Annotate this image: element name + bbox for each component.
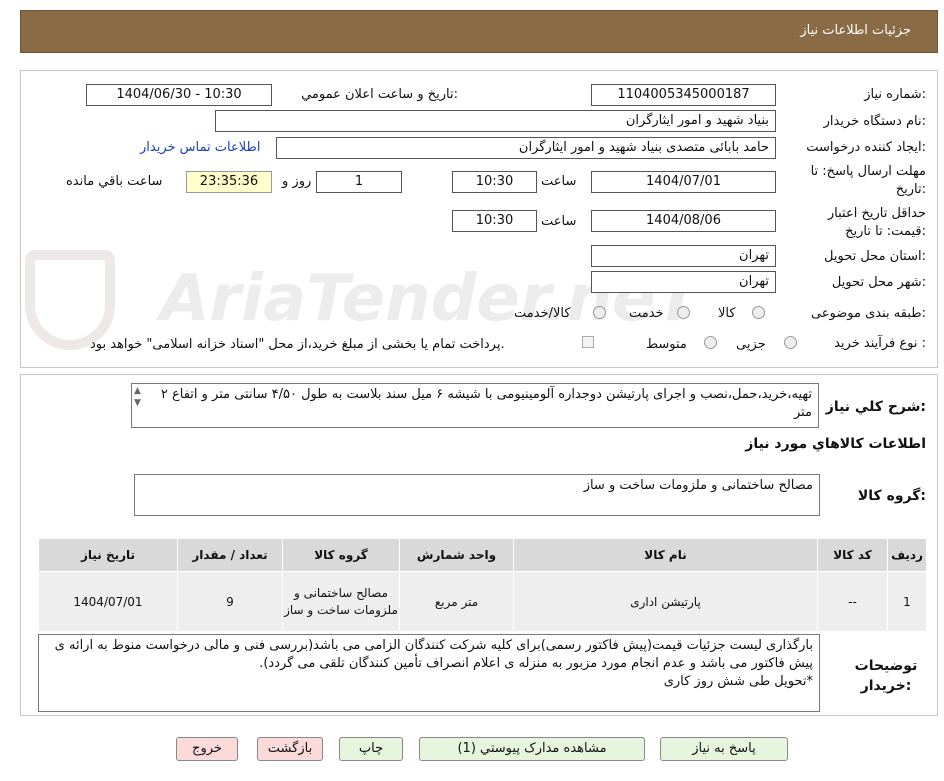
col-header-goods-group: گروه کالا <box>282 538 400 572</box>
category-radio-service[interactable] <box>677 306 690 319</box>
remaining-label: ساعت باقي مانده <box>66 174 163 189</box>
deadline-time-label: ساعت <box>541 174 577 189</box>
cell-goods-group: مصالح ساختمانی و ملزومات ساخت و ساز <box>282 571 400 632</box>
buyer-notes-label: توضیحات خریدار: <box>854 658 918 694</box>
announce-field: 1404/06/30 - 10:30 <box>86 84 272 106</box>
deadline-time-field: 10:30 <box>452 171 537 193</box>
scroll-down-icon[interactable]: ▼ <box>134 398 141 408</box>
process-radio-medium[interactable] <box>704 336 717 349</box>
table-header-row: ردیف کد کالا نام کالا واحد شمارش گروه کا… <box>38 538 927 572</box>
validity-date-field: 1404/08/06 <box>591 210 776 232</box>
validity-time-label: ساعت <box>541 214 577 229</box>
treasury-payment-note: پرداخت تمام یا بخشی از مبلغ خرید،از محل … <box>90 337 505 352</box>
days-field: 1 <box>316 171 402 193</box>
process-option-medium: متوسط <box>646 337 687 352</box>
validity-label: حداقل تاریخ اعتبار قیمت: تا تاریخ: <box>827 206 926 239</box>
category-radio-goods[interactable] <box>752 306 765 319</box>
category-radio-goods-service[interactable] <box>593 306 606 319</box>
scroll-up-icon[interactable]: ▲ <box>134 386 141 396</box>
need-number-field: 1104005345000187 <box>591 84 776 106</box>
cell-row-number: 1 <box>887 571 927 632</box>
creator-field: حامد بابائی متصدی بنیاد شهید و امور ایثا… <box>276 137 776 159</box>
page-header: جزئیات اطلاعات نیاز <box>20 10 938 53</box>
category-option-goods: کالا <box>718 306 736 321</box>
cell-goods-name: پارتیشن اداری <box>513 571 818 632</box>
col-header-goods-code: کد کالا <box>817 538 888 572</box>
process-label: نوع فرآیند خرید : <box>834 336 926 351</box>
description-label: شرح کلي نياز: <box>825 399 926 415</box>
cell-unit: متر مربع <box>399 571 514 632</box>
process-option-minor: جزیی <box>736 337 766 352</box>
days-and-label: روز و <box>282 174 312 189</box>
treasury-payment-checkbox[interactable] <box>582 336 594 348</box>
goods-section-title: اطلاعات کالاهاي مورد نياز <box>745 436 926 452</box>
col-header-unit: واحد شمارش <box>399 538 514 572</box>
goods-group-textarea[interactable]: مصالح ساختمانی و ملزومات ساخت و ساز <box>134 474 820 516</box>
back-button[interactable]: بازگشت <box>257 737 323 761</box>
buyer-org-label: نام دستگاه خریدار: <box>823 114 926 129</box>
announce-label: تاریخ و ساعت اعلان عمومي: <box>301 87 458 102</box>
deadline-date-field: 1404/07/01 <box>591 171 776 193</box>
reply-button[interactable]: پاسخ به نیاز <box>660 737 788 761</box>
table-row: 1 -- پارتیشن اداری متر مربع مصالح ساختما… <box>38 571 927 632</box>
buyer-org-field: بنیاد شهید و امور ایثارگران <box>215 110 776 132</box>
exit-button[interactable]: خروج <box>176 737 238 761</box>
category-option-goods-service: کالا/خدمت <box>514 306 571 321</box>
need-number-label: شماره نیاز: <box>864 87 926 102</box>
description-textarea[interactable]: تهیه،خرید،حمل،نصب و اجرای پارتیشن دوجدار… <box>131 383 819 428</box>
goods-table: ردیف کد کالا نام کالا واحد شمارش گروه کا… <box>38 538 927 632</box>
remaining-time-field: 23:35:36 <box>186 171 272 193</box>
cell-quantity: 9 <box>177 571 283 632</box>
col-header-row-number: ردیف <box>887 538 927 572</box>
province-label: استان محل تحویل: <box>824 249 926 264</box>
buyer-contact-link[interactable]: اطلاعات تماس خریدار <box>140 140 260 155</box>
cell-goods-code: -- <box>817 571 888 632</box>
category-label: طبقه بندی موضوعی: <box>810 306 926 321</box>
city-label: شهر محل تحویل: <box>831 275 926 290</box>
watermark-logo <box>25 250 115 350</box>
buyer-notes-textarea[interactable]: بارگذاری لیست جزئیات قیمت(پیش فاکتور رسم… <box>38 634 820 712</box>
col-header-need-date: تاریخ نیاز <box>38 538 178 572</box>
print-button[interactable]: چاپ <box>339 737 403 761</box>
view-docs-button[interactable]: مشاهده مدارک پیوستي (1) <box>419 737 645 761</box>
page-title: جزئیات اطلاعات نیاز <box>800 23 911 38</box>
city-field: تهران <box>591 271 776 293</box>
col-header-quantity: تعداد / مقدار <box>177 538 283 572</box>
col-header-goods-name: نام کالا <box>513 538 818 572</box>
process-radio-minor[interactable] <box>784 336 797 349</box>
creator-label: ایجاد کننده درخواست: <box>806 140 926 155</box>
province-field: تهران <box>591 245 776 267</box>
goods-table-wrap: ردیف کد کالا نام کالا واحد شمارش گروه کا… <box>38 538 927 632</box>
deadline-label: مهلت ارسال پاسخ: تا تاریخ: <box>810 164 926 197</box>
goods-group-label: گروه کالا: <box>857 488 926 504</box>
cell-need-date: 1404/07/01 <box>38 571 178 632</box>
category-option-service: خدمت <box>629 306 664 321</box>
validity-time-field: 10:30 <box>452 210 537 232</box>
